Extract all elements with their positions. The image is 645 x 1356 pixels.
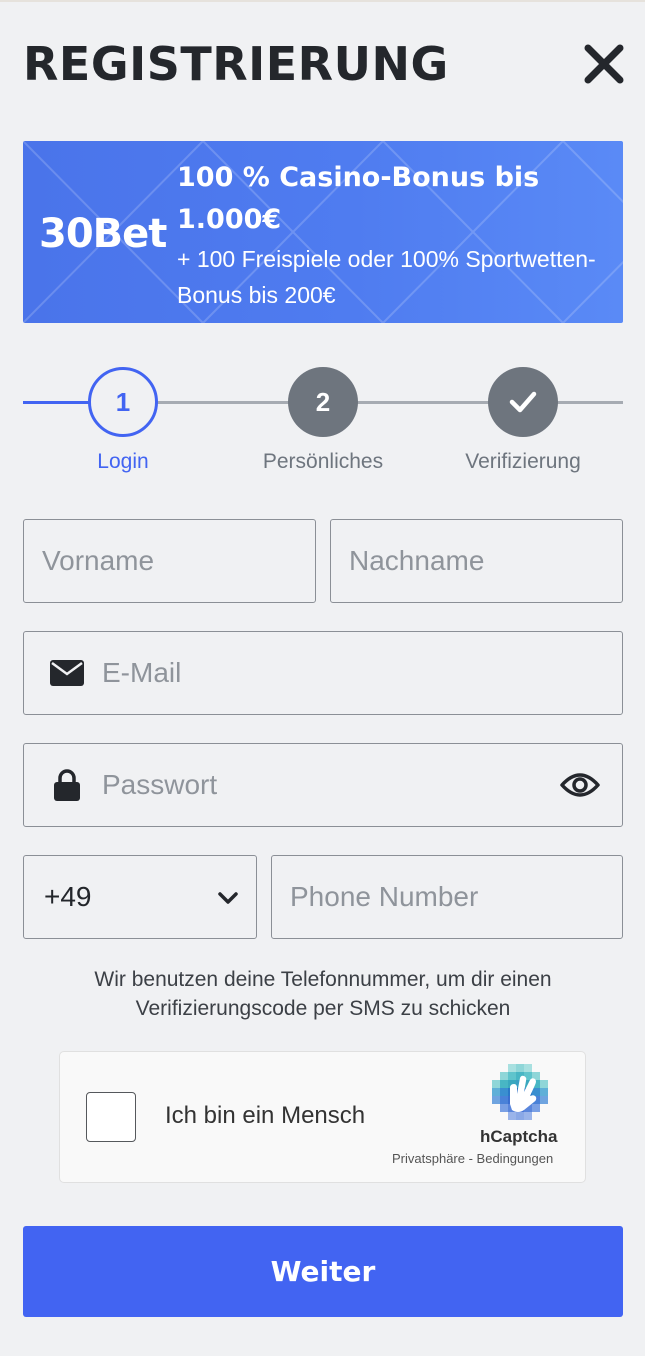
phone-number-placeholder: Phone Number (290, 881, 479, 912)
last-name-placeholder: Nachname (349, 545, 485, 576)
step-1-number: 1 (115, 386, 131, 417)
eye-icon[interactable] (560, 771, 600, 799)
top-divider (0, 0, 645, 2)
page-title: REGISTRIERUNG (23, 37, 449, 91)
step-3-circle[interactable] (488, 367, 558, 437)
hcaptcha-brand: hCaptcha (480, 1127, 558, 1146)
lock-icon (54, 769, 80, 801)
banner-title: 100 % Casino-Bonus bis 1.000€ (177, 162, 540, 235)
step-2-label: Persönliches (262, 450, 384, 473)
registration-stepper: 1 2 Login Persönliches Verifizierung (23, 362, 623, 482)
close-icon (584, 44, 624, 84)
links-separator: - (464, 1151, 477, 1166)
country-code-value: +49 (44, 881, 92, 912)
brand-logo: 30Bet (39, 211, 167, 257)
phone-number-field[interactable]: Phone Number (271, 855, 623, 939)
phone-note: Wir benutzen deine Telefonnummer, um dir… (94, 968, 552, 1020)
terms-link[interactable]: Bedingungen (477, 1151, 554, 1166)
captcha-label: Ich bin ein Mensch (165, 1102, 366, 1129)
step-2-number: 2 (315, 386, 331, 417)
privacy-link[interactable]: Privatsphäre (392, 1151, 465, 1166)
email-field[interactable]: E-Mail (23, 631, 623, 715)
step-1-label: Login (97, 450, 149, 473)
hcaptcha-logo-icon (492, 1064, 548, 1120)
captcha-checkbox[interactable] (86, 1092, 136, 1142)
chevron-down-icon (218, 892, 238, 904)
step-1-circle[interactable]: 1 (88, 367, 158, 437)
first-name-placeholder: Vorname (42, 545, 155, 576)
first-name-field[interactable]: Vorname (23, 519, 316, 603)
password-field[interactable]: Passwort (23, 743, 623, 827)
close-button[interactable] (582, 42, 626, 86)
step-2-circle[interactable]: 2 (288, 367, 358, 437)
check-icon (509, 391, 537, 413)
bonus-banner[interactable]: 30Bet 100 % Casino-Bonus bis 1.000€ + 10… (23, 141, 623, 323)
last-name-field[interactable]: Nachname (330, 519, 623, 603)
hcaptcha-widget: Ich bin ein Mensch hCaptcha Privatsphäre… (59, 1051, 586, 1183)
step-3-label: Verifizierung (465, 450, 581, 473)
banner-subtitle: + 100 Freispiele oder 100% Sportwetten-B… (177, 246, 596, 308)
envelope-icon (50, 660, 84, 686)
password-placeholder: Passwort (102, 769, 218, 800)
email-placeholder: E-Mail (102, 657, 182, 688)
hcaptcha-links: Privatsphäre - Bedingungen (392, 1151, 553, 1166)
country-code-select[interactable]: +49 (23, 855, 257, 939)
continue-button[interactable]: Weiter (23, 1226, 623, 1317)
stepper-progress-line (23, 401, 93, 404)
